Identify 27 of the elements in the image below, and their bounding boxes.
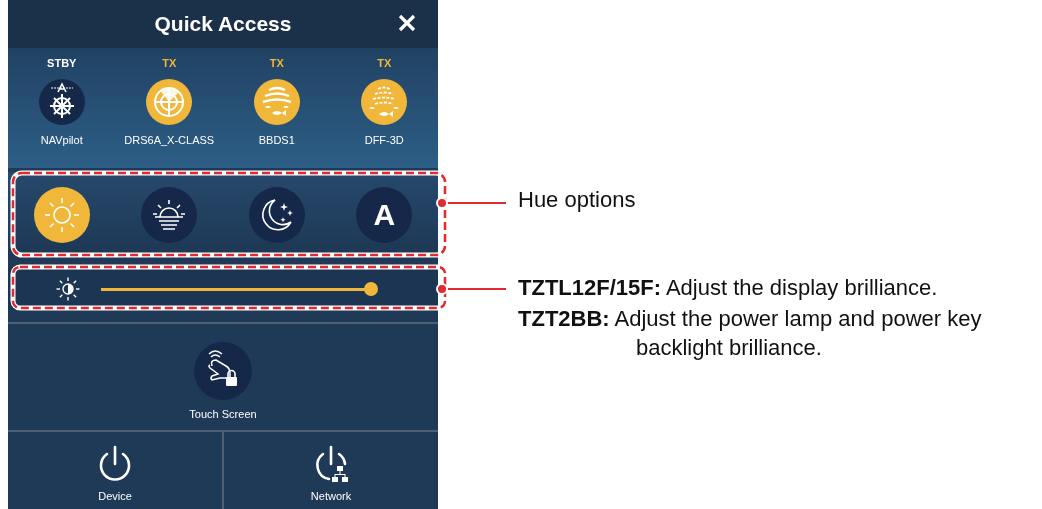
leader-line [436, 197, 507, 209]
status-label: TX [162, 57, 177, 71]
sonar-icon [253, 79, 300, 125]
callout-text: Hue options [518, 187, 636, 213]
device-power-button[interactable]: Device [8, 432, 222, 509]
touch-screen-button[interactable]: Touch Screen [189, 324, 257, 430]
brightness-icon [56, 277, 80, 301]
sensor-button[interactable]: NAVpilot [38, 79, 85, 146]
sensor-button[interactable]: DRS6A_X-CLASS [124, 79, 215, 146]
close-button[interactable] [398, 14, 416, 32]
leader-line [436, 283, 507, 295]
helm-icon [38, 79, 85, 125]
status-label: TX [269, 57, 284, 71]
close-icon [398, 14, 416, 32]
hand-lock-icon [194, 342, 252, 400]
radar-icon [146, 79, 193, 125]
callout-text: TZT2BB: Adjust the power lamp and power key backlight brilliance. [518, 305, 983, 362]
slider-thumb[interactable] [364, 282, 378, 296]
panel-title: Quick Access [154, 12, 292, 36]
hue-option[interactable]: A [356, 187, 413, 243]
network-button[interactable]: Network [224, 432, 438, 509]
sensor-button[interactable]: DFF-3D [361, 79, 408, 146]
sensor-button[interactable]: BBDS1 [253, 79, 300, 146]
callout-text: TZTL12F/15F: Adjust the display brilliance. [518, 274, 939, 302]
status-label: STBY [47, 57, 77, 71]
sonar-icon [361, 79, 408, 125]
status-label: TX [377, 57, 392, 71]
